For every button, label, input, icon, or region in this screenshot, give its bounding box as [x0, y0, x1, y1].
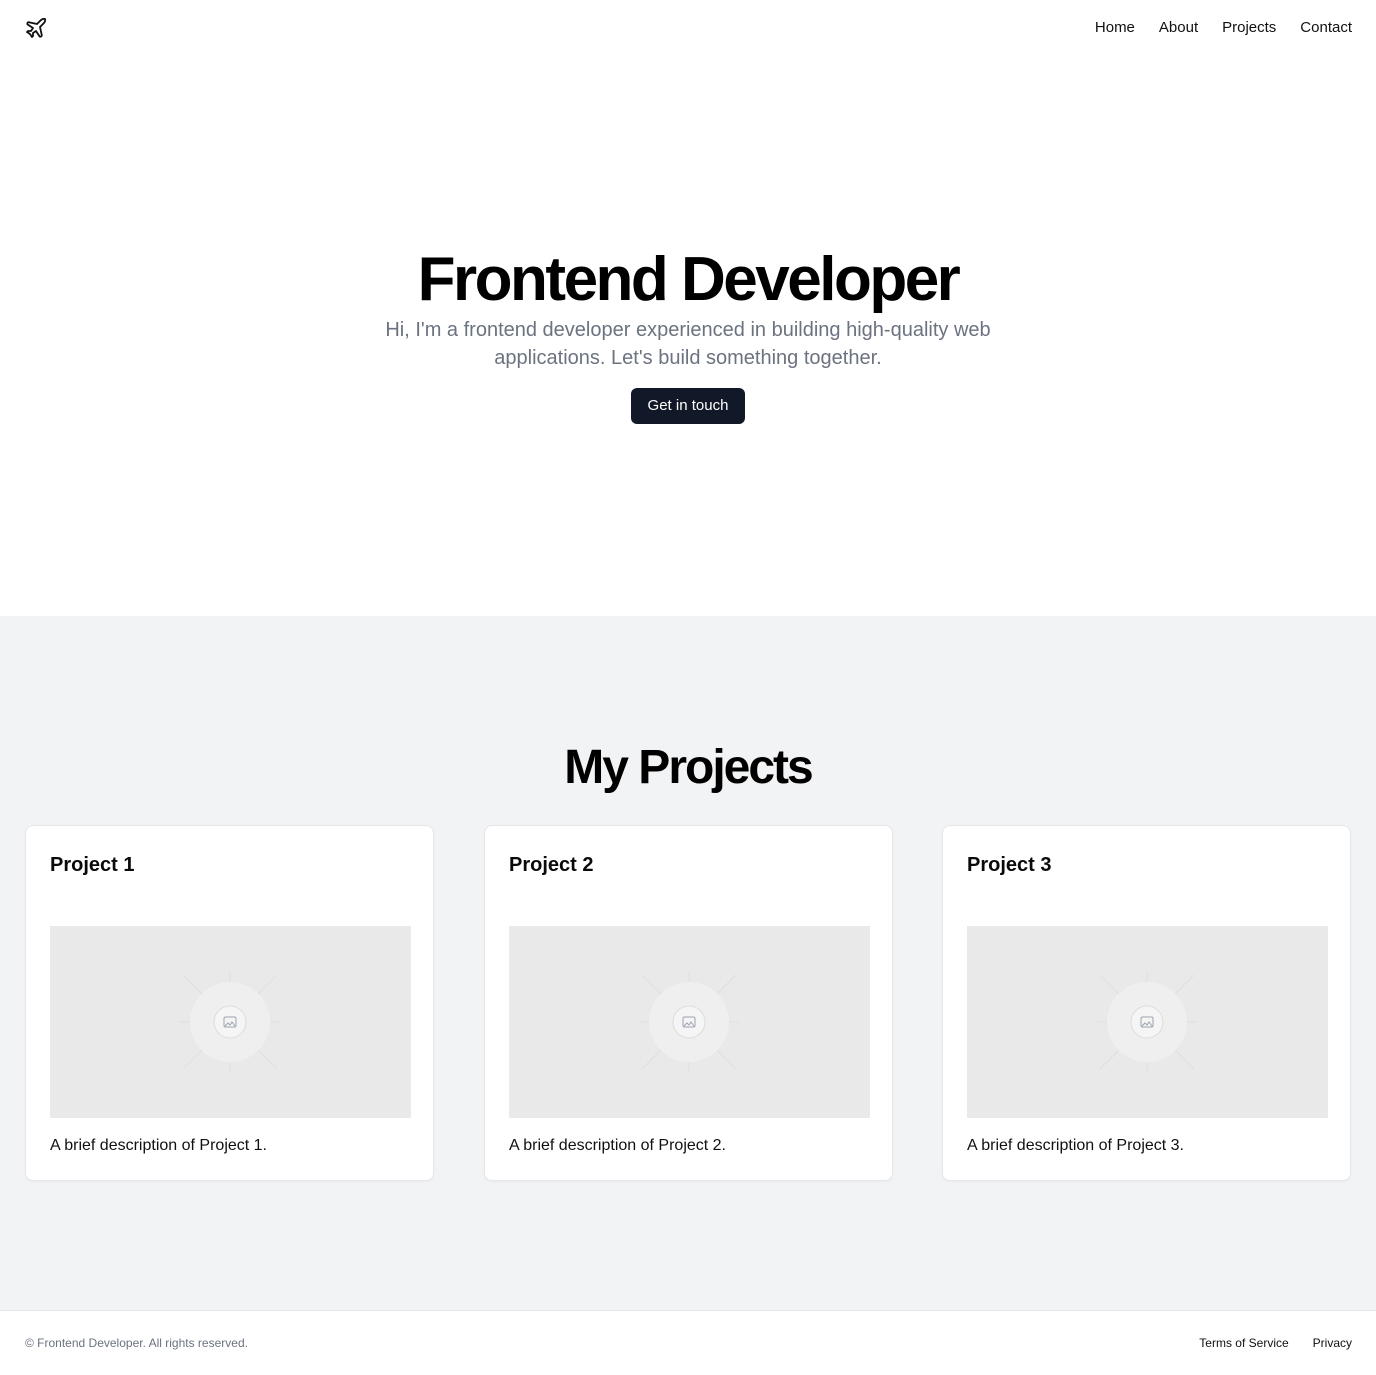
- project-card: Project 2 A brief description of Project…: [484, 825, 893, 1181]
- copyright-text: © Frontend Developer. All rights reserve…: [25, 1336, 248, 1350]
- terms-of-service-link[interactable]: Terms of Service: [1199, 1335, 1288, 1351]
- projects-title: My Projects: [564, 741, 813, 794]
- project-card: Project 1 A brief description of Project…: [25, 825, 434, 1181]
- project-title: Project 2: [509, 854, 594, 876]
- site-footer: © Frontend Developer. All rights reserve…: [0, 1310, 1376, 1375]
- site-header: Home About Projects Contact: [0, 0, 1376, 56]
- hero-title: Frontend Developer: [417, 245, 961, 314]
- hero-section: Frontend Developer Hi, I'm a frontend de…: [0, 56, 1376, 616]
- image-placeholder-icon: [509, 926, 870, 1118]
- privacy-link[interactable]: Privacy: [1313, 1335, 1352, 1351]
- project-description: A brief description of Project 2.: [509, 1137, 726, 1154]
- project-description: A brief description of Project 1.: [50, 1137, 267, 1154]
- project-card: Project 3 A brief description of Project…: [942, 825, 1351, 1181]
- main-nav: Home About Projects Contact: [1095, 18, 1352, 38]
- project-title: Project 3: [967, 854, 1052, 876]
- hero-subtitle: Hi, I'm a frontend developer experienced…: [385, 319, 991, 369]
- get-in-touch-button[interactable]: Get in touch: [631, 388, 745, 424]
- nav-projects-link[interactable]: Projects: [1222, 18, 1276, 38]
- projects-section: My Projects Project 1 A brief descriptio…: [0, 616, 1376, 1310]
- plane-icon[interactable]: [24, 16, 48, 40]
- footer-nav: Terms of Service Privacy: [1199, 1335, 1352, 1351]
- image-placeholder-icon: [50, 926, 411, 1118]
- project-title: Project 1: [50, 854, 135, 876]
- image-placeholder-icon: [967, 926, 1328, 1118]
- nav-about-link[interactable]: About: [1159, 18, 1198, 38]
- nav-home-link[interactable]: Home: [1095, 18, 1135, 38]
- nav-contact-link[interactable]: Contact: [1300, 18, 1352, 38]
- project-description: A brief description of Project 3.: [967, 1137, 1184, 1154]
